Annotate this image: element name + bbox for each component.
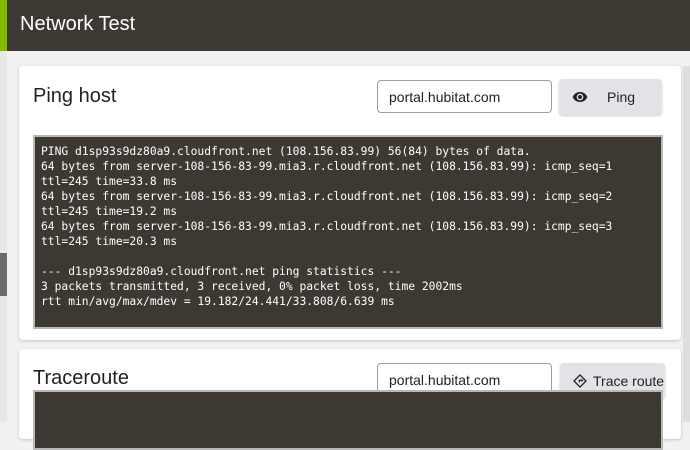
ping-button[interactable]: Ping — [559, 79, 662, 115]
header-accent-bar — [0, 0, 7, 51]
ping-output-console: PING d1sp93s9dz80a9.cloudfront.net (108.… — [33, 135, 663, 329]
sidebar-strip — [0, 51, 7, 422]
eye-icon — [572, 89, 588, 108]
traceroute-output-console — [33, 390, 663, 450]
ping-host-input[interactable] — [377, 80, 552, 113]
traceroute-card: Traceroute Trace route — [19, 349, 681, 450]
traceroute-card-title: Traceroute — [33, 367, 129, 389]
page-title: Network Test — [20, 13, 136, 35]
trace-route-button-label: Trace route — [593, 373, 665, 389]
ping-card-title: Ping host — [33, 85, 117, 107]
sidebar-handle[interactable] — [0, 253, 7, 296]
app-header: Network Test — [0, 0, 690, 51]
adjacent-panel-edge — [683, 66, 690, 422]
ping-card: Ping host Ping PING d1sp93s9dz80a9.cloud… — [19, 66, 681, 340]
ping-button-label: Ping — [607, 89, 636, 105]
ping-output-text: PING d1sp93s9dz80a9.cloudfront.net (108.… — [41, 145, 613, 308]
